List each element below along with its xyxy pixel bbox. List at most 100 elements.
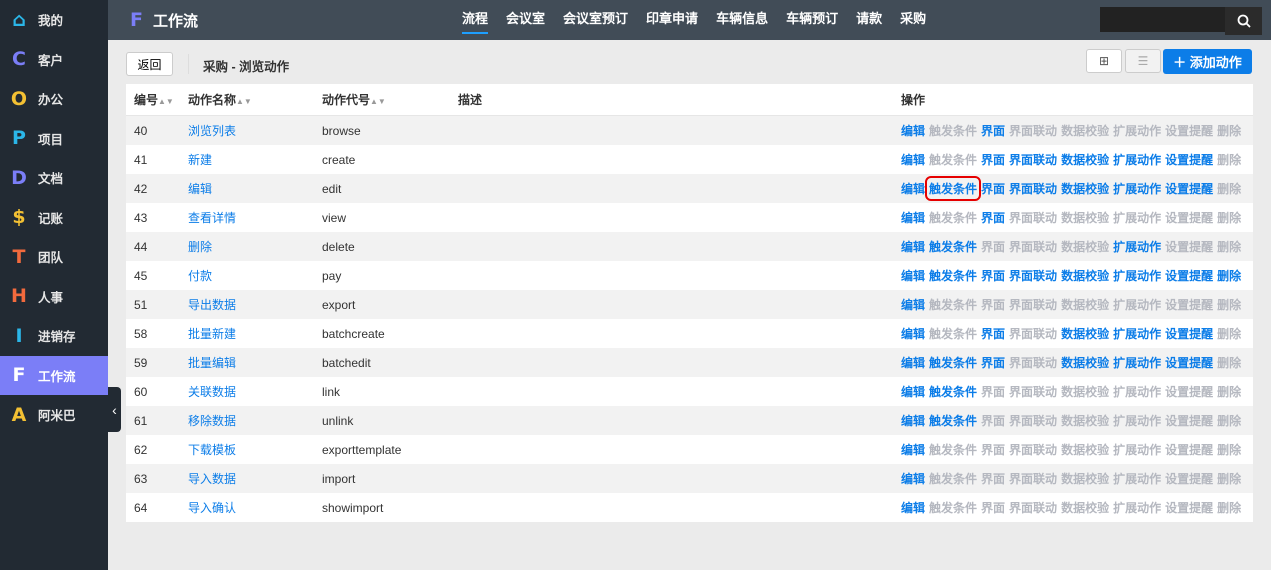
op-5[interactable]: 扩展动作 <box>1113 383 1161 400</box>
sidebar-item[interactable]: T 团队 <box>0 237 108 277</box>
sidebar-item[interactable]: D 文档 <box>0 158 108 198</box>
op-0[interactable]: 编辑 <box>901 470 925 487</box>
op-6[interactable]: 设置提醒 <box>1165 267 1213 284</box>
op-2[interactable]: 界面 <box>981 296 1005 313</box>
op-5[interactable]: 扩展动作 <box>1113 151 1161 168</box>
op-7[interactable]: 删除 <box>1217 151 1241 168</box>
op-5[interactable]: 扩展动作 <box>1113 499 1161 516</box>
op-4[interactable]: 数据校验 <box>1061 325 1109 342</box>
op-3[interactable]: 界面联动 <box>1009 354 1057 371</box>
header-code[interactable]: 动作代号▲▼ <box>322 91 386 108</box>
op-0[interactable]: 编辑 <box>901 151 925 168</box>
op-6[interactable]: 设置提醒 <box>1165 412 1213 429</box>
op-6[interactable]: 设置提醒 <box>1165 470 1213 487</box>
op-3[interactable]: 界面联动 <box>1009 122 1057 139</box>
op-7[interactable]: 删除 <box>1217 470 1241 487</box>
op-6[interactable]: 设置提醒 <box>1165 441 1213 458</box>
op-7[interactable]: 删除 <box>1217 499 1241 516</box>
nav-tab[interactable]: 流程 <box>462 0 489 40</box>
add-action-button[interactable]: ＋ 添加动作 <box>1163 49 1252 74</box>
row-name-link[interactable]: 导入数据 <box>188 470 236 487</box>
op-2[interactable]: 界面 <box>981 499 1005 516</box>
back-button[interactable]: 返回 <box>126 52 173 76</box>
op-0[interactable]: 编辑 <box>901 238 925 255</box>
op-2[interactable]: 界面 <box>981 151 1005 168</box>
op-0[interactable]: 编辑 <box>901 180 925 197</box>
op-2[interactable]: 界面 <box>981 267 1005 284</box>
op-5[interactable]: 扩展动作 <box>1113 296 1161 313</box>
op-3[interactable]: 界面联动 <box>1009 383 1057 400</box>
op-5[interactable]: 扩展动作 <box>1113 267 1161 284</box>
op-0[interactable]: 编辑 <box>901 325 925 342</box>
op-5[interactable]: 扩展动作 <box>1113 441 1161 458</box>
op-2[interactable]: 界面 <box>981 470 1005 487</box>
op-5[interactable]: 扩展动作 <box>1113 412 1161 429</box>
op-1[interactable]: 触发条件 <box>929 354 977 371</box>
op-3[interactable]: 界面联动 <box>1009 499 1057 516</box>
header-name[interactable]: 动作名称▲▼ <box>188 91 252 108</box>
op-1[interactable]: 触发条件 <box>929 209 977 226</box>
op-7[interactable]: 删除 <box>1217 209 1241 226</box>
op-4[interactable]: 数据校验 <box>1061 441 1109 458</box>
op-4[interactable]: 数据校验 <box>1061 209 1109 226</box>
op-6[interactable]: 设置提醒 <box>1165 325 1213 342</box>
op-2[interactable]: 界面 <box>981 180 1005 197</box>
op-1[interactable]: 触发条件 <box>929 383 977 400</box>
sidebar-item[interactable]: F 工作流 <box>0 355 108 395</box>
op-2[interactable]: 界面 <box>981 209 1005 226</box>
sidebar-item[interactable]: $ 记账 <box>0 198 108 238</box>
op-4[interactable]: 数据校验 <box>1061 412 1109 429</box>
op-3[interactable]: 界面联动 <box>1009 238 1057 255</box>
op-1[interactable]: 触发条件 <box>929 267 977 284</box>
op-4[interactable]: 数据校验 <box>1061 470 1109 487</box>
op-3[interactable]: 界面联动 <box>1009 180 1057 197</box>
sidebar-item[interactable]: C 客户 <box>0 40 108 80</box>
op-7[interactable]: 删除 <box>1217 412 1241 429</box>
op-0[interactable]: 编辑 <box>901 209 925 226</box>
op-2[interactable]: 界面 <box>981 441 1005 458</box>
op-3[interactable]: 界面联动 <box>1009 296 1057 313</box>
sidebar-item[interactable]: H 人事 <box>0 277 108 317</box>
op-5[interactable]: 扩展动作 <box>1113 325 1161 342</box>
op-6[interactable]: 设置提醒 <box>1165 151 1213 168</box>
row-name-link[interactable]: 导出数据 <box>188 296 236 313</box>
op-6[interactable]: 设置提醒 <box>1165 383 1213 400</box>
op-1[interactable]: 触发条件 <box>929 151 977 168</box>
op-2[interactable]: 界面 <box>981 238 1005 255</box>
op-1[interactable]: 触发条件 <box>929 499 977 516</box>
row-name-link[interactable]: 批量新建 <box>188 325 236 342</box>
sidebar-item[interactable]: ⌂ 我的 <box>0 0 108 40</box>
op-0[interactable]: 编辑 <box>901 441 925 458</box>
op-2[interactable]: 界面 <box>981 325 1005 342</box>
op-6[interactable]: 设置提醒 <box>1165 122 1213 139</box>
op-7[interactable]: 删除 <box>1217 325 1241 342</box>
nav-tab[interactable]: 请款 <box>856 0 882 40</box>
op-1[interactable]: 触发条件 <box>929 470 977 487</box>
op-1[interactable]: 触发条件 <box>929 296 977 313</box>
row-name-link[interactable]: 新建 <box>188 151 212 168</box>
row-name-link[interactable]: 查看详情 <box>188 209 236 226</box>
op-3[interactable]: 界面联动 <box>1009 151 1057 168</box>
collapse-sidebar-button[interactable]: ‹ <box>108 387 121 432</box>
row-name-link[interactable]: 下载模板 <box>188 441 236 458</box>
op-7[interactable]: 删除 <box>1217 441 1241 458</box>
op-6[interactable]: 设置提醒 <box>1165 209 1213 226</box>
op-4[interactable]: 数据校验 <box>1061 151 1109 168</box>
op-7[interactable]: 删除 <box>1217 383 1241 400</box>
op-2[interactable]: 界面 <box>981 122 1005 139</box>
op-7[interactable]: 删除 <box>1217 267 1241 284</box>
row-name-link[interactable]: 付款 <box>188 267 212 284</box>
nav-tab[interactable]: 采购 <box>900 0 926 40</box>
op-7[interactable]: 删除 <box>1217 296 1241 313</box>
nav-tab[interactable]: 会议室 <box>506 0 545 40</box>
op-1[interactable]: 触发条件 <box>929 325 977 342</box>
op-4[interactable]: 数据校验 <box>1061 180 1109 197</box>
header-id[interactable]: 编号▲▼ <box>134 91 174 108</box>
op-0[interactable]: 编辑 <box>901 383 925 400</box>
op-6[interactable]: 设置提醒 <box>1165 354 1213 371</box>
op-0[interactable]: 编辑 <box>901 296 925 313</box>
op-1[interactable]: 触发条件 <box>929 412 977 429</box>
op-1[interactable]: 触发条件 <box>929 238 977 255</box>
op-7[interactable]: 删除 <box>1217 122 1241 139</box>
row-name-link[interactable]: 移除数据 <box>188 412 236 429</box>
